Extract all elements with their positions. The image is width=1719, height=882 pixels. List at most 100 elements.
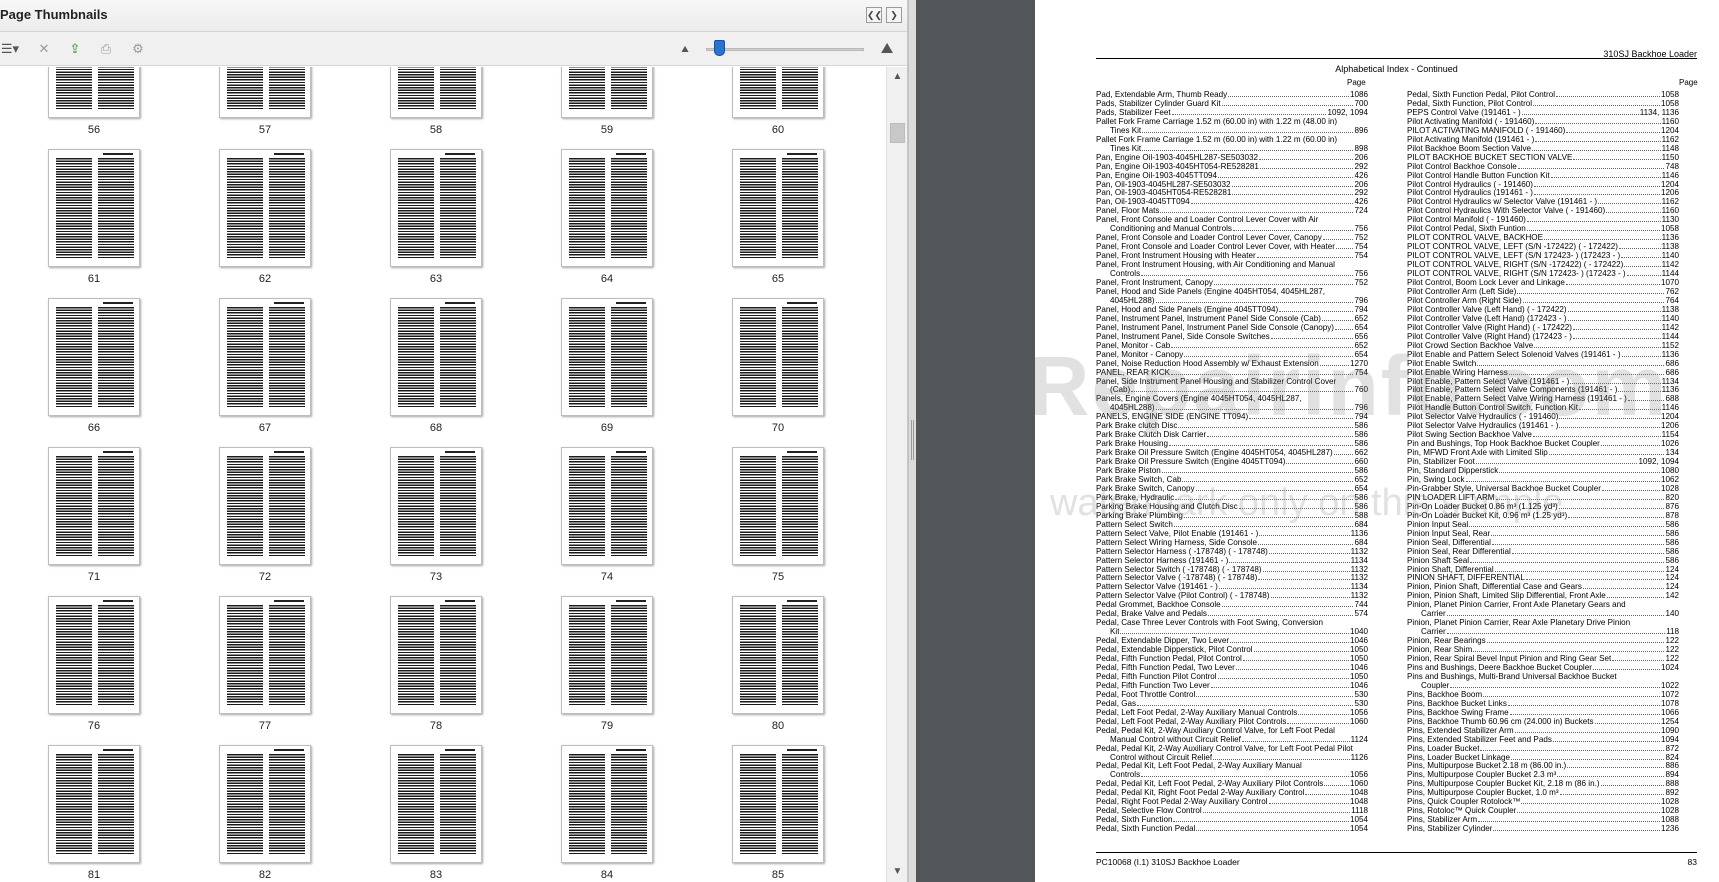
index-entry-page: 124 xyxy=(1665,565,1679,574)
thumbnail-page-number: 80 xyxy=(771,720,785,732)
thumbnail-page-image[interactable] xyxy=(48,745,140,863)
index-entry-page: 1028 xyxy=(1660,484,1679,493)
thumbnail-page-image[interactable] xyxy=(219,447,311,565)
thumbnail-page-image[interactable] xyxy=(390,67,482,118)
index-entry-page: 796 xyxy=(1354,296,1368,305)
panel-title: Page Thumbnails xyxy=(0,7,108,22)
index-entry: Panel, Instrument Panel, Instrument Pane… xyxy=(1096,315,1368,324)
panel-splitter[interactable] xyxy=(908,0,916,882)
thumbnail-text-block xyxy=(227,754,263,854)
index-entry-text: Pilot Control Manifold ( - 191460) xyxy=(1407,216,1526,225)
thumbnail-page-image[interactable] xyxy=(219,149,311,267)
index-entry-text: Pattern Select Valve, Pilot Enable (1914… xyxy=(1096,529,1259,538)
index-entry-page: 756 xyxy=(1354,270,1368,279)
dot-leader xyxy=(1305,789,1349,796)
thumbnail-page-image[interactable] xyxy=(390,298,482,416)
thumbnail-zoom-slider[interactable] xyxy=(706,48,864,51)
dot-leader xyxy=(1478,816,1660,823)
dot-leader xyxy=(1567,306,1661,312)
scroll-down-arrow-icon[interactable]: ▼ xyxy=(887,862,907,882)
index-entry-page: 896 xyxy=(1354,126,1368,135)
dot-leader xyxy=(1218,172,1354,178)
index-title: Alphabetical Index - Continued xyxy=(1335,64,1458,74)
thumbnail-page-image[interactable] xyxy=(561,447,653,565)
thumbnail-page-image[interactable] xyxy=(219,67,311,118)
index-entry: Pallet Fork Frame Carriage 1.52 m (60.00… xyxy=(1096,136,1368,145)
thumbnail-page-image[interactable] xyxy=(561,745,653,863)
thumbnail-page-image[interactable] xyxy=(48,447,140,565)
index-entry-text: 4045HL288) xyxy=(1110,296,1155,305)
thumbnail-text-block xyxy=(269,307,305,407)
dot-leader xyxy=(1446,628,1666,635)
thumbnail-text-block xyxy=(398,307,434,407)
index-entry: Pinion Seal, Rear Differential 586 xyxy=(1407,548,1679,557)
index-entry-page: 1092, 1094 xyxy=(1327,108,1368,117)
footer-rule xyxy=(1096,852,1697,853)
thumbnail-page-image[interactable] xyxy=(732,596,824,714)
extract-pages-icon[interactable]: ⇪ xyxy=(66,40,84,58)
thumbnail-text-block xyxy=(616,451,646,453)
thumbnail-page-image[interactable] xyxy=(732,745,824,863)
index-entry: Pinion Seal, Differential 586 xyxy=(1407,539,1679,548)
zoom-in-thumbnails-icon[interactable]: ⛰ xyxy=(878,40,896,58)
index-entry-page: 1136 xyxy=(1661,234,1679,243)
vertical-scrollbar[interactable]: ▲ ▼ xyxy=(886,67,907,882)
dot-leader xyxy=(1582,583,1665,590)
index-entry-page: 586 xyxy=(1354,440,1368,449)
thumbnail-page-image[interactable] xyxy=(561,596,653,714)
index-entry-text: Pedal, Pedal Kit, Left Foot Pedal, 2-Way… xyxy=(1096,780,1324,789)
dot-leader xyxy=(1532,145,1661,151)
splitter-grip[interactable] xyxy=(911,420,914,460)
thumbnail-page-image[interactable] xyxy=(48,298,140,416)
dot-leader xyxy=(1298,709,1349,715)
thumbnail-page-image[interactable] xyxy=(390,149,482,267)
thumbnail-page-image[interactable] xyxy=(732,447,824,565)
index-entry-page: 1062 xyxy=(1660,475,1679,484)
scroll-up-arrow-icon[interactable]: ▲ xyxy=(887,67,907,87)
index-entry: Pan, Oil-1903-4045HL287-SE503032 206 xyxy=(1096,181,1368,190)
print-pages-icon[interactable]: ⎙ xyxy=(97,40,115,58)
thumbnail-page-image[interactable] xyxy=(732,67,824,118)
thumbnail-zoom-slider-handle[interactable] xyxy=(714,40,725,56)
thumbnail-page-image[interactable] xyxy=(732,298,824,416)
zoom-out-thumbnails-icon[interactable]: ⛰ xyxy=(676,40,694,58)
thumbnail-text-block xyxy=(616,600,646,602)
dot-leader xyxy=(1543,234,1661,241)
thumbnail-page-number: 84 xyxy=(600,869,614,881)
thumbnail-page-image[interactable] xyxy=(390,596,482,714)
thumbnail-page-image[interactable] xyxy=(48,67,140,118)
scrollbar-thumb[interactable] xyxy=(890,123,905,143)
index-entry-page: 886 xyxy=(1665,762,1679,771)
collapse-panel-button[interactable]: ❮❮ xyxy=(866,7,882,23)
options-menu-icon[interactable]: ☰▾ xyxy=(0,40,20,58)
thumbnail-page-image[interactable] xyxy=(219,298,311,416)
index-entry-page: 1150 xyxy=(1661,153,1679,162)
index-entry-text: Pilot Control Backhoe Console xyxy=(1407,162,1517,171)
index-entry-page: 1046 xyxy=(1349,637,1368,646)
dot-leader xyxy=(1173,816,1349,823)
index-entry-page: 1132 xyxy=(1350,547,1368,556)
thumbnail-page-image[interactable] xyxy=(390,745,482,863)
thumbnail-page-image[interactable] xyxy=(48,149,140,267)
thumbnail-page-image[interactable] xyxy=(561,298,653,416)
index-entry-page: 1070 xyxy=(1660,279,1679,288)
index-entry: Pinion Input Seal, Rear 586 xyxy=(1407,530,1679,539)
thumbnail-page-image[interactable] xyxy=(732,149,824,267)
index-entry: Park Brake Piston 586 xyxy=(1096,467,1368,476)
index-entry: Pinion, Rear Bearings 122 xyxy=(1407,637,1679,646)
index-entry: Conditioning and Manual Controls 756 xyxy=(1096,225,1368,234)
thumbnail-page-image[interactable] xyxy=(219,745,311,863)
dot-leader xyxy=(1507,700,1660,706)
index-entry: Carrier 140 xyxy=(1407,610,1679,619)
index-entry: Pedal, Brake Valve and Pedals 574 xyxy=(1096,610,1368,619)
delete-page-icon[interactable]: ✕ xyxy=(35,40,53,58)
thumbnail-page-image[interactable] xyxy=(390,447,482,565)
index-entry: Panel, Floor Mats 724 xyxy=(1096,207,1368,216)
thumbnail-page-image[interactable] xyxy=(219,596,311,714)
thumbnail-page-image[interactable] xyxy=(561,67,653,118)
expand-panel-button[interactable]: ❯ xyxy=(886,7,902,23)
page-properties-icon[interactable]: ⚙ xyxy=(129,40,147,58)
thumbnail-page-image[interactable] xyxy=(48,596,140,714)
thumbnail-page-image[interactable] xyxy=(561,149,653,267)
index-entry: Panel, Front Instrument Housing with Hea… xyxy=(1096,252,1368,261)
